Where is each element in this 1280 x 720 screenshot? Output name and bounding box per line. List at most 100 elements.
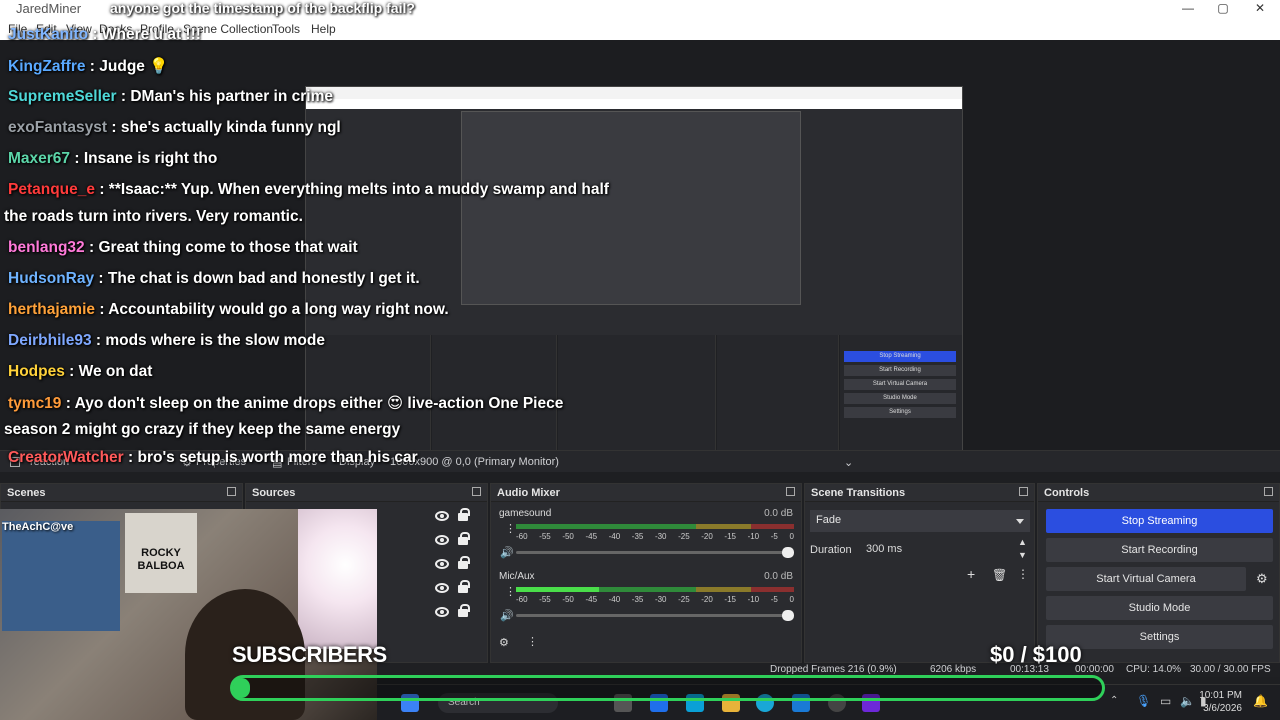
scale-tick: -5: [770, 532, 778, 541]
scale-tick: -35: [631, 595, 644, 604]
lock-icon[interactable]: [458, 532, 470, 545]
lock-icon[interactable]: [458, 580, 470, 593]
scale-tick: -40: [608, 595, 621, 604]
eye-icon[interactable]: [435, 559, 449, 569]
popout-icon[interactable]: [472, 487, 481, 496]
mixer-channel: gamesound 0.0 dB ⋮ -60 -55 -50 -45 -40 -35 -30…: [491, 508, 801, 568]
chat-message: CreatorWatcher : bro's setup is worth mo…: [8, 449, 418, 467]
source-row[interactable]: [431, 604, 479, 622]
volume-icon[interactable]: 🔈: [1180, 694, 1195, 708]
chat-text: Judge 💡: [99, 58, 169, 75]
channel-name: Mic/Aux: [499, 571, 535, 582]
more-vertical-icon[interactable]: ⋮: [1017, 567, 1029, 581]
taskbar-clock[interactable]: 10:01 PM 3/6/2026: [1199, 689, 1242, 715]
chevron-up-icon[interactable]: ⌃: [1110, 695, 1118, 706]
duration-spinbox[interactable]: 300 ms: [860, 539, 1010, 561]
chat-text: Insane is right tho: [83, 150, 218, 167]
fps: 30.00 / 30.00 FPS: [1190, 664, 1271, 675]
chat-username: exoFantasyst: [8, 119, 108, 136]
scale-tick: -5: [770, 595, 778, 604]
eye-icon[interactable]: [435, 511, 449, 521]
scale-tick: -10: [747, 532, 760, 541]
chat-text: Where u at !!!: [101, 26, 201, 43]
eye-icon[interactable]: [435, 583, 449, 593]
popout-icon[interactable]: [1264, 487, 1273, 496]
more-vertical-icon[interactable]: ⋮: [505, 522, 516, 535]
add-icon[interactable]: +: [967, 566, 975, 582]
scale-tick: -30: [654, 595, 667, 604]
chat-separator: :: [107, 119, 121, 136]
volume-meter: [516, 524, 794, 529]
scale-tick: -40: [608, 532, 621, 541]
goal-amount: $0 / $100: [990, 642, 1082, 667]
chat-message: JustKanito : Where u at !!!: [8, 26, 201, 44]
chat-message: benlang32 : Great thing come to those th…: [8, 239, 358, 257]
maximize-button[interactable]: ▢: [1205, 1, 1241, 15]
volume-slider[interactable]: [516, 610, 794, 621]
chat-username: HudsonRay: [8, 270, 95, 287]
cpu-usage: CPU: 14.0%: [1126, 664, 1182, 675]
minimize-button[interactable]: —: [1170, 1, 1206, 15]
chat-separator: :: [123, 449, 138, 466]
trash-icon[interactable]: 🗑: [992, 568, 1007, 582]
microphone-icon[interactable]: 🎙: [1136, 694, 1151, 708]
lock-icon[interactable]: [458, 604, 470, 617]
stop-streaming-button[interactable]: Stop Streaming: [1046, 509, 1273, 533]
source-row[interactable]: [431, 556, 479, 574]
chevron-down-icon[interactable]: ⌄: [844, 456, 853, 469]
clock-time: 10:01 PM: [1199, 690, 1242, 701]
network-icon[interactable]: ▭: [1160, 694, 1171, 708]
volume-slider[interactable]: [516, 547, 794, 558]
chat-text: bro's setup is worth more than his car: [137, 449, 418, 466]
start-virtual-camera-button[interactable]: Start Virtual Camera: [1046, 567, 1246, 591]
mixer-settings-icon[interactable]: ⚙: [499, 636, 509, 649]
chat-message: Maxer67 : Insane is right tho: [8, 150, 217, 168]
audio-mixer-header: Audio Mixer: [491, 484, 801, 502]
start-recording-button[interactable]: Start Recording: [1046, 538, 1273, 562]
chat-separator: :: [70, 150, 84, 167]
wall-poster: [2, 521, 120, 631]
chat-separator: :: [61, 395, 75, 412]
studio-mode-button[interactable]: Studio Mode: [1046, 596, 1273, 620]
notification-icon[interactable]: 🔔: [1253, 694, 1268, 708]
source-row[interactable]: [431, 532, 479, 550]
nested-controls-dock: Stop Streaming Start Recording Start Vir…: [840, 335, 962, 457]
scenes-dock-header: Scenes: [1, 484, 242, 502]
scale-tick: 0: [789, 532, 794, 541]
speaker-icon[interactable]: 🔊: [500, 546, 514, 559]
more-vertical-icon[interactable]: ⋮: [527, 635, 538, 648]
lock-icon[interactable]: [458, 508, 470, 521]
chat-message: exoFantasyst : she's actually kinda funn…: [8, 119, 341, 137]
chat-username: Maxer67: [8, 150, 71, 167]
close-button[interactable]: ✕: [1242, 1, 1278, 15]
chat-separator: :: [95, 301, 109, 318]
audio-mixer-title: Audio Mixer: [497, 487, 560, 499]
lock-icon[interactable]: [458, 556, 470, 569]
scale-tick: -55: [539, 532, 551, 541]
gear-icon[interactable]: ⚙: [1256, 571, 1268, 587]
chat-message: Deirbhile93 : mods where is the slow mod…: [8, 332, 325, 350]
volume-meter: [516, 587, 794, 592]
popout-icon[interactable]: [227, 487, 236, 496]
eye-icon[interactable]: [435, 607, 449, 617]
chat-separator: :: [88, 26, 102, 43]
popout-icon[interactable]: [1019, 487, 1028, 496]
transition-select[interactable]: Fade: [810, 510, 1030, 532]
chat-separator: :: [85, 58, 100, 75]
eye-icon[interactable]: [435, 535, 449, 545]
nested-settings: Settings: [844, 407, 956, 418]
nested-studio-mode: Studio Mode: [844, 393, 956, 404]
subscribers-label: SUBSCRIBERS: [232, 642, 387, 667]
chat-username: Deirbhile93: [8, 332, 92, 349]
chevron-down-icon[interactable]: ▼: [1018, 550, 1027, 560]
source-row[interactable]: [431, 580, 479, 598]
controls-title: Controls: [1044, 487, 1090, 499]
chevron-up-icon[interactable]: ▲: [1018, 537, 1027, 547]
source-row[interactable]: [431, 508, 479, 526]
speaker-icon[interactable]: 🔊: [500, 609, 514, 622]
scene-transitions-header: Scene Transitions: [805, 484, 1034, 502]
controls-dock: Controls Stop Streaming Start Recording …: [1037, 483, 1280, 663]
more-vertical-icon[interactable]: ⋮: [505, 585, 516, 598]
popout-icon[interactable]: [786, 487, 795, 496]
meter-scale: -60 -55 -50 -45 -40 -35 -30 -25 -20 -15 -10 -5 0: [516, 595, 794, 604]
